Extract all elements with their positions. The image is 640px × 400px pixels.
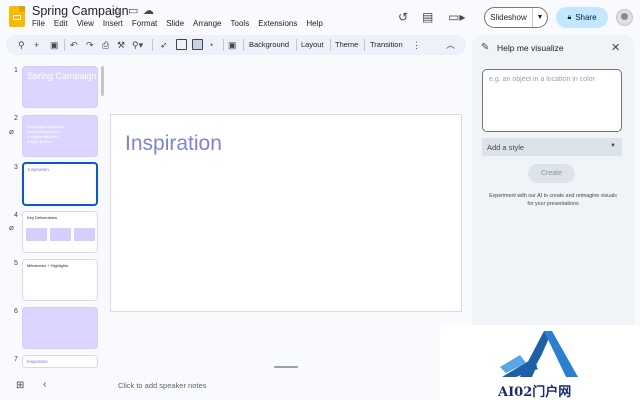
toolbar: ⚲ + ▣ ↶ ↷ ⎙ ⚒ ⚲▾ ➶ ◔ ▣ Background Layout… [6, 35, 466, 55]
menu-extensions[interactable]: Extensions [258, 19, 297, 28]
notes-resize-handle[interactable] [274, 366, 298, 368]
slide-thumbnail-7[interactable]: Inspiration [22, 355, 98, 368]
slideshow-label[interactable]: Slideshow [485, 8, 533, 27]
close-icon[interactable]: ✕ [611, 41, 620, 54]
watermark-text: AI02门户网 [498, 385, 572, 400]
share-label: Share [575, 13, 597, 22]
menu-edit[interactable]: Edit [54, 19, 68, 28]
filmstrip-scrollbar[interactable] [101, 66, 104, 96]
history-icon[interactable]: ↺ [398, 10, 408, 24]
app-header: Spring Campaign ☆ ▭ ☁ File Edit View Ins… [0, 0, 640, 34]
comment-add-icon[interactable]: ▣ [228, 39, 237, 51]
slide-thumbnail-6[interactable] [22, 307, 98, 349]
shape-icon[interactable]: ◔ [208, 39, 213, 51]
image-icon[interactable] [192, 39, 203, 50]
comment-icon[interactable]: ▤ [422, 10, 433, 24]
speaker-notes-placeholder[interactable]: Click to add speaker notes [118, 381, 206, 390]
pen-spark-icon: ✎ [481, 42, 490, 53]
video-call-icon[interactable]: ▭▸ [448, 10, 465, 24]
prompt-input[interactable] [482, 69, 622, 132]
menu-format[interactable]: Format [132, 19, 157, 28]
slide-number: 2 [14, 115, 18, 122]
menu-help[interactable]: Help [306, 19, 322, 28]
slide-thumbnail-4[interactable]: Key Deliverables [22, 211, 98, 253]
create-button[interactable]: Create [528, 164, 575, 183]
thumbnail-card [74, 228, 95, 241]
toolbar-divider [64, 39, 65, 51]
thumbnail-text: design direction [27, 140, 53, 144]
layout-button[interactable]: Layout [301, 40, 324, 49]
undo-icon[interactable]: ↶ [70, 39, 78, 51]
style-dropdown-label: Add a style [487, 143, 525, 152]
toolbar-divider [364, 39, 365, 51]
menu-tools[interactable]: Tools [231, 19, 250, 28]
text-box-icon[interactable] [176, 39, 187, 50]
slide-title[interactable]: Inspiration [125, 132, 222, 156]
print-icon[interactable]: ⎙ [102, 39, 109, 51]
collapse-toolbar-icon[interactable]: ︿ [446, 39, 455, 51]
slide-number: 1 [14, 67, 18, 74]
grid-view-icon[interactable]: ⊞ [16, 380, 24, 392]
toolbar-divider [152, 39, 153, 51]
toolbar-divider [296, 39, 297, 51]
avatar[interactable] [616, 9, 633, 26]
toolbar-divider [330, 39, 331, 51]
toolbar-divider [243, 39, 244, 51]
select-icon[interactable]: ➶ [160, 39, 168, 51]
menu-bar: File Edit View Insert Format Slide Arran… [32, 19, 323, 28]
panel-title: Help me visualize [497, 43, 564, 53]
new-slide-icon[interactable]: ▣ [50, 39, 59, 51]
thumbnail-title: Inspiration [28, 167, 49, 172]
transition-button[interactable]: Transition [370, 40, 403, 49]
background-button[interactable]: Background [249, 40, 289, 49]
menu-arrange[interactable]: Arrange [193, 19, 221, 28]
add-icon[interactable]: + [34, 39, 39, 51]
star-icon[interactable]: ☆ [112, 5, 122, 17]
thumbnail-title: Spring Campaign [27, 71, 97, 81]
slide-number: 4 [14, 212, 18, 219]
cloud-status-icon[interactable]: ☁ [143, 5, 154, 17]
slide-thumbnail-3[interactable]: Inspiration [22, 162, 98, 206]
watermark-logo-icon [500, 331, 578, 377]
slide-number: 6 [14, 308, 18, 315]
slide-canvas[interactable]: Inspiration [110, 114, 462, 312]
more-icon[interactable]: ⋮ [412, 39, 421, 51]
slide-number: 7 [14, 356, 18, 363]
menu-insert[interactable]: Insert [103, 19, 123, 28]
chevron-down-icon[interactable]: ▼ [533, 14, 547, 21]
collapse-filmstrip-icon[interactable]: ‹ [43, 379, 46, 391]
slideshow-button[interactable]: Slideshow ▼ [484, 7, 548, 28]
watermark: AI02门户网 [440, 325, 640, 400]
thumbnail-title: Key Deliverables [27, 215, 58, 220]
speaker-notes[interactable]: Click to add speaker notes [110, 374, 462, 398]
redo-icon[interactable]: ↷ [86, 39, 94, 51]
menu-view[interactable]: View [77, 19, 94, 28]
slide-number: 3 [14, 164, 18, 171]
panel-description: Experiment with our AI to create and rei… [489, 193, 617, 207]
paint-format-icon[interactable]: ⚒ [117, 39, 125, 51]
slide-thumbnail-1[interactable]: Spring Campaign [22, 66, 98, 108]
move-folder-icon[interactable]: ▭ [128, 5, 138, 17]
chevron-down-icon: ▼ [610, 143, 616, 149]
attachment-icon: ⌀ [9, 127, 14, 136]
slide-thumbnail-2[interactable]: A campaign that brings seasonal innovati… [22, 115, 98, 157]
lock-icon: 🔒︎ [567, 13, 572, 21]
slide-number: 5 [14, 260, 18, 267]
toolbar-divider [223, 39, 224, 51]
style-dropdown[interactable]: Add a style ▼ [482, 138, 622, 156]
slide-thumbnail-5[interactable]: Milestones + Highlights [22, 259, 98, 301]
thumbnail-card [26, 228, 47, 241]
thumbnail-title: Inspiration [27, 359, 48, 364]
thumbnail-title: Milestones + Highlights [27, 263, 69, 268]
theme-button[interactable]: Theme [335, 40, 358, 49]
share-button[interactable]: 🔒︎ Share [556, 7, 608, 28]
menu-slide[interactable]: Slide [166, 19, 184, 28]
zoom-icon[interactable]: ⚲▾ [132, 39, 143, 51]
menu-file[interactable]: File [32, 19, 45, 28]
attachment-icon: ⌀ [9, 223, 14, 232]
slides-logo-icon[interactable] [9, 6, 25, 27]
search-icon[interactable]: ⚲ [18, 39, 25, 51]
thumbnail-card [50, 228, 71, 241]
